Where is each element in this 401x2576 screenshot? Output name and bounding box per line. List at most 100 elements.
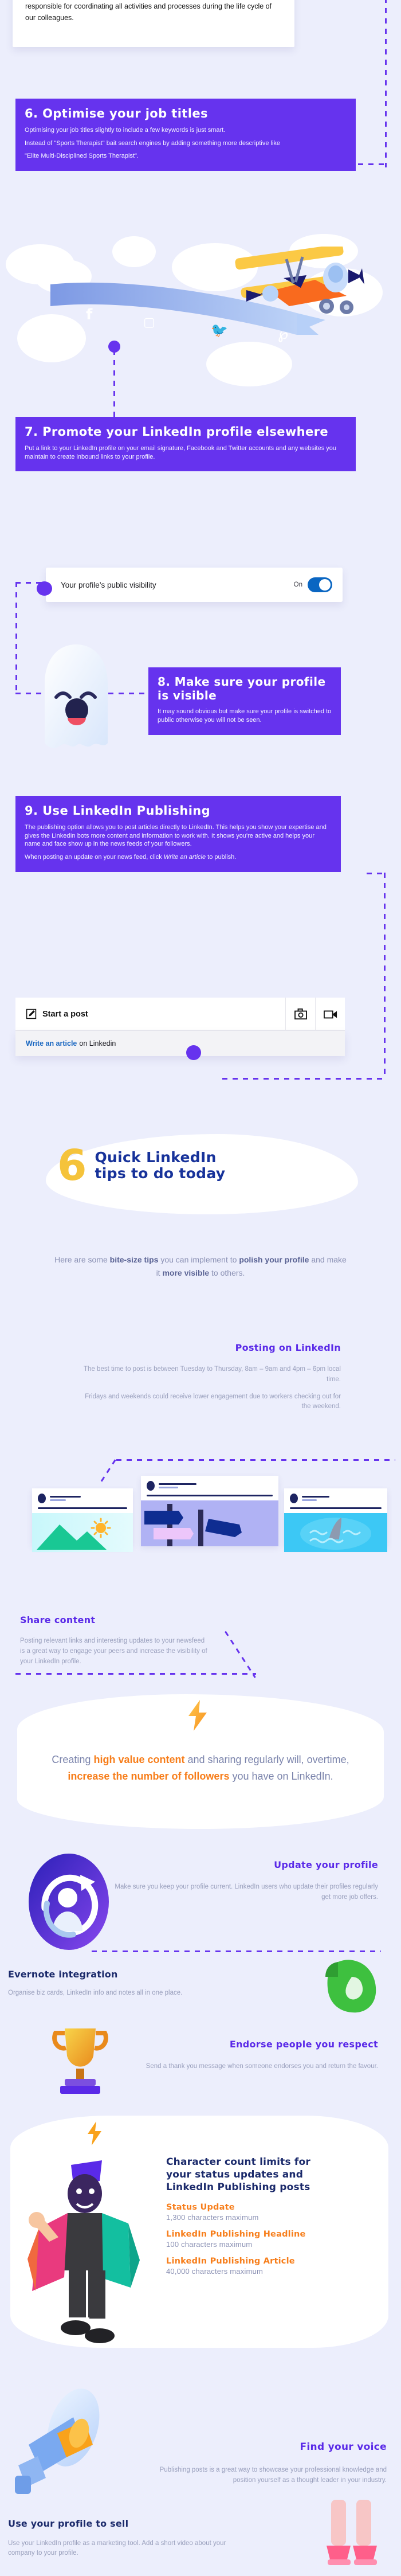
quick-tips-number: 6 xyxy=(57,1141,87,1190)
section-9-para-2-after: to publish. xyxy=(206,854,237,861)
hv-bold-1: high value content xyxy=(93,1754,185,1765)
trophy-icon xyxy=(52,2028,108,2094)
endorse-heading: Endorse people you respect xyxy=(229,2039,378,2050)
add-video-button[interactable] xyxy=(315,997,345,1031)
infographic-page: onboarding, training and development, mo… xyxy=(0,0,401,2576)
text-line xyxy=(159,1483,196,1485)
connector-dashed-vertical-top xyxy=(385,0,387,167)
posting-para-2: Fridays and weekends could receive lower… xyxy=(85,1393,341,1410)
avatar xyxy=(147,1481,155,1491)
lightning-bolt-icon xyxy=(188,1700,207,1731)
instagram-icon: ▢ xyxy=(143,315,155,330)
use-profile-to-sell-paragraph: Use your LinkedIn profile as a marketing… xyxy=(8,2540,226,2557)
section-9-para-2: When posting an update on your news feed… xyxy=(25,853,332,862)
share-content-heading: Share content xyxy=(20,1615,96,1625)
connector-bracket-top xyxy=(15,582,43,584)
write-article-row[interactable]: Write an article on Linkedin xyxy=(15,1031,345,1056)
hv-bold-2: increase the number of followers xyxy=(68,1770,230,1783)
character-limits-heading-line-3: LinkedIn Publishing posts xyxy=(166,2182,310,2194)
legs-illustration xyxy=(327,2500,377,2565)
connector-dashed-horizontal-top xyxy=(358,163,387,165)
start-a-post-widget[interactable]: Start a post Write an article on Linkedi… xyxy=(15,997,345,1056)
write-an-article-link[interactable]: Write an article xyxy=(26,1039,77,1047)
post-widget-top-row: Start a post xyxy=(15,997,345,1031)
list-item: LinkedIn Publishing Article 40,000 chara… xyxy=(166,2257,378,2276)
text-line xyxy=(302,1499,317,1501)
section-6-para-3: "Elite Multi-Disciplined Sports Therapis… xyxy=(25,153,139,160)
connector-dashed-horizontal xyxy=(92,1950,381,1952)
airplane-banner-illustration: f ▢ 🐦 ℘ xyxy=(0,234,401,386)
section-9-para-1: The publishing option allows you to post… xyxy=(25,823,327,848)
quick-tips-title-line-1: Quick LinkedIn xyxy=(95,1149,217,1166)
start-a-post-label: Start a post xyxy=(42,1009,88,1019)
profile-visibility-card[interactable]: Your profile’s public visibility On xyxy=(46,568,343,602)
start-a-post-button[interactable]: Start a post xyxy=(15,1008,285,1019)
limit-label: LinkedIn Publishing Article xyxy=(166,2257,295,2266)
compose-pencil-icon xyxy=(26,1008,37,1019)
character-limits-list: Status Update 1,300 characters maximum L… xyxy=(166,2203,378,2284)
text-line xyxy=(38,1507,127,1509)
twitter-icon: 🐦 xyxy=(211,322,228,338)
section-9-write-article-italic: Write an article xyxy=(163,854,206,861)
limit-value: 100 characters maximum xyxy=(166,2240,253,2249)
video-camera-icon xyxy=(323,1010,337,1018)
lead-text-1: Here are some xyxy=(54,1255,110,1264)
posting-para-1: The best time to post is between Tuesday… xyxy=(84,1366,341,1383)
megaphone-icon xyxy=(15,2389,100,2494)
add-photo-button[interactable] xyxy=(285,997,315,1031)
limit-label: Status Update xyxy=(166,2203,235,2212)
cloud-shape xyxy=(112,236,156,267)
section-8-para-1: It may sound obvious but make sure your … xyxy=(158,708,332,724)
limit-label: LinkedIn Publishing Headline xyxy=(166,2230,306,2239)
feed-card xyxy=(284,1488,387,1552)
section-7-promote-profile: 7. Promote your LinkedIn profile elsewhe… xyxy=(15,417,356,472)
lead-text-4: to others. xyxy=(209,1268,245,1277)
section-6-para-1: Optimising your job titles slightly to i… xyxy=(25,126,226,134)
feed-card xyxy=(32,1488,133,1552)
hv-text-1: Creating xyxy=(52,1754,94,1765)
on-linkedin-label: on Linkedin xyxy=(79,1039,116,1047)
section-8-title: 8. Make sure your profile is visible xyxy=(158,675,326,702)
feed-card-image xyxy=(284,1513,387,1552)
toggle-knob xyxy=(319,579,331,591)
connector-bracket-left xyxy=(15,582,17,694)
text-line xyxy=(147,1495,273,1496)
biplane-icon xyxy=(235,247,364,314)
high-value-content-text: Creating high value content and sharing … xyxy=(40,1752,361,1785)
ghost-illustration xyxy=(45,644,108,748)
posting-heading: Posting on LinkedIn xyxy=(235,1342,341,1353)
section-8-profile-visible: 8. Make sure your profile is visible It … xyxy=(148,667,341,735)
update-profile-heading: Update your profile xyxy=(274,1859,378,1870)
section-6-title: 6. Optimise your job titles xyxy=(25,107,208,120)
lightning-bolt-icon xyxy=(88,2121,101,2145)
section-9-linkedin-publishing: 9. Use LinkedIn Publishing The publishin… xyxy=(15,796,341,873)
section-9-title: 9. Use LinkedIn Publishing xyxy=(25,804,211,818)
hv-text-3: you have on LinkedIn. xyxy=(229,1770,333,1783)
toggle-state-label: On xyxy=(293,581,302,588)
feed-card-header xyxy=(141,1476,278,1491)
evernote-heading: Evernote integration xyxy=(8,1969,118,1980)
feed-card-header xyxy=(32,1488,133,1503)
text-line xyxy=(302,1496,329,1498)
character-limits-heading-line-2: your status updates and xyxy=(166,2169,304,2181)
limit-value: 40,000 characters maximum xyxy=(166,2267,264,2276)
public-visibility-toggle[interactable] xyxy=(308,577,332,592)
feed-cards-row xyxy=(10,1476,395,1552)
avatar xyxy=(38,1494,46,1503)
text-line xyxy=(50,1499,66,1501)
limit-value: 1,300 characters maximum xyxy=(166,2213,259,2222)
connector-dashed-sec9-bottom xyxy=(222,1078,386,1080)
connector-dashed-horizontal xyxy=(15,1673,256,1675)
evernote-paragraph: Organise biz cards, LinkedIn info and no… xyxy=(8,1989,183,1996)
section-9-para-2-before: When posting an update on your news feed… xyxy=(25,854,164,861)
feed-card xyxy=(141,1476,278,1546)
list-item: Status Update 1,300 characters maximum xyxy=(166,2203,378,2222)
character-limits-heading: Character count limits for your status u… xyxy=(166,2156,378,2194)
lead-bold-3: more visible xyxy=(162,1268,210,1277)
shark-fin-water-image xyxy=(300,1518,371,1550)
endorse-paragraph: Send a thank you message when someone en… xyxy=(146,2063,378,2070)
text-line xyxy=(50,1496,81,1498)
wizard-character-illustration xyxy=(27,2160,140,2343)
intro-text: onboarding, training and development, mo… xyxy=(25,2,272,22)
facebook-icon: f xyxy=(86,306,93,323)
